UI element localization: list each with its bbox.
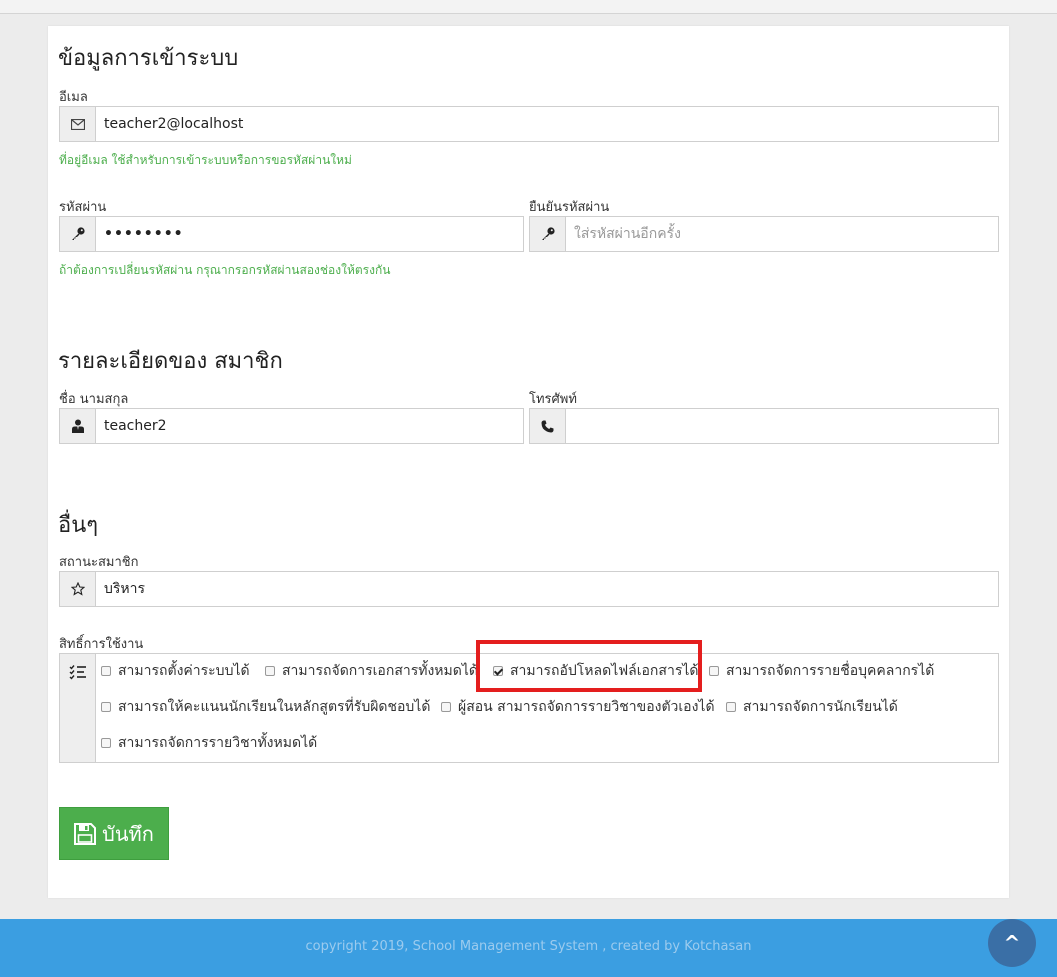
back-to-top-button[interactable]: ^ (988, 919, 1036, 967)
footer: copyright 2019, School Management System… (0, 919, 1057, 977)
checklist-icon (60, 654, 96, 762)
email-field[interactable]: teacher2@localhost (59, 106, 999, 142)
email-help-text: ที่อยู่อีเมล ใช้สำหรับการเข้าระบบหรือการ… (59, 153, 352, 167)
permission-checkbox-manage-own-courses[interactable]: ผู้สอน สามารถจัดการรายวิชาของตัวเองได้ (441, 696, 715, 718)
checkbox[interactable] (726, 702, 736, 712)
star-icon (60, 572, 96, 606)
permission-checkbox-settings[interactable]: สามารถตั้งค่าระบบได้ (101, 660, 250, 682)
email-value: teacher2@localhost (104, 116, 244, 132)
permission-checkbox-manage-personnel[interactable]: สามารถจัดการรายชื่อบุคคลากรได้ (709, 660, 934, 682)
checkbox[interactable] (101, 738, 111, 748)
top-bar (0, 0, 1057, 14)
phone-icon (530, 409, 566, 443)
phone-label: โทรศัพท์ (529, 392, 577, 407)
user-icon (60, 409, 96, 443)
status-label: สถานะสมาชิก (59, 555, 139, 570)
password-field[interactable]: •••••••• (59, 216, 524, 252)
permission-label: สามารถจัดการรายวิชาทั้งหมดได้ (118, 735, 318, 751)
name-field[interactable]: teacher2 (59, 408, 524, 444)
checkbox[interactable] (101, 702, 111, 712)
save-button[interactable]: บันทึก (59, 807, 169, 860)
permissions-label: สิทธิ์การใช้งาน (59, 637, 144, 652)
checkbox[interactable] (265, 666, 275, 676)
highlight-box (476, 640, 702, 692)
permission-label: สามารถให้คะแนนนักเรียนในหลักสูตรที่รับผิ… (118, 699, 431, 715)
permission-label: สามารถจัดการเอกสารทั้งหมดได้ (282, 663, 478, 679)
confirm-password-field[interactable]: ใส่รหัสผ่านอีกครั้ง (529, 216, 999, 252)
name-label: ชื่อ นามสกุล (59, 392, 129, 407)
form-panel: ข้อมูลการเข้าระบบ อีเมล teacher2@localho… (48, 26, 1009, 898)
password-value: •••••••• (104, 226, 184, 242)
status-field[interactable]: บริหาร (59, 571, 999, 607)
password-help-text: ถ้าต้องการเปลี่ยนรหัสผ่าน กรุณากรอกรหัสผ… (59, 263, 391, 277)
other-section-title: อื่นๆ (58, 513, 99, 538)
checkbox[interactable] (709, 666, 719, 676)
permission-checkbox-manage-documents[interactable]: สามารถจัดการเอกสารทั้งหมดได้ (265, 660, 478, 682)
key-icon (60, 217, 96, 251)
status-value: บริหาร (104, 581, 146, 597)
password-label: รหัสผ่าน (59, 200, 107, 215)
permission-label: สามารถตั้งค่าระบบได้ (118, 663, 250, 679)
permission-label: ผู้สอน สามารถจัดการรายวิชาของตัวเองได้ (458, 699, 715, 715)
name-value: teacher2 (104, 418, 167, 434)
permission-label: สามารถจัดการนักเรียนได้ (743, 699, 898, 715)
envelope-icon (60, 107, 96, 141)
confirm-password-placeholder: ใส่รหัสผ่านอีกครั้ง (574, 226, 681, 242)
login-section-title: ข้อมูลการเข้าระบบ (58, 46, 239, 71)
checkbox[interactable] (441, 702, 451, 712)
checkbox[interactable] (101, 666, 111, 676)
phone-field[interactable] (529, 408, 999, 444)
key-icon (530, 217, 566, 251)
permission-checkbox-manage-students[interactable]: สามารถจัดการนักเรียนได้ (726, 696, 898, 718)
floppy-disk-icon (74, 822, 97, 845)
confirm-password-label: ยืนยันรหัสผ่าน (529, 200, 610, 215)
permission-label: สามารถจัดการรายชื่อบุคคลากรได้ (726, 663, 935, 679)
permission-checkbox-grade-students[interactable]: สามารถให้คะแนนนักเรียนในหลักสูตรที่รับผิ… (101, 696, 430, 718)
permission-checkbox-manage-all-courses[interactable]: สามารถจัดการรายวิชาทั้งหมดได้ (101, 732, 317, 754)
save-button-label: บันทึก (102, 823, 154, 846)
chevron-up-icon: ^ (1003, 931, 1021, 955)
member-section-title: รายละเอียดของ สมาชิก (58, 349, 283, 374)
email-label: อีเมล (59, 90, 88, 105)
footer-copyright: copyright 2019, School Management System… (305, 939, 752, 954)
